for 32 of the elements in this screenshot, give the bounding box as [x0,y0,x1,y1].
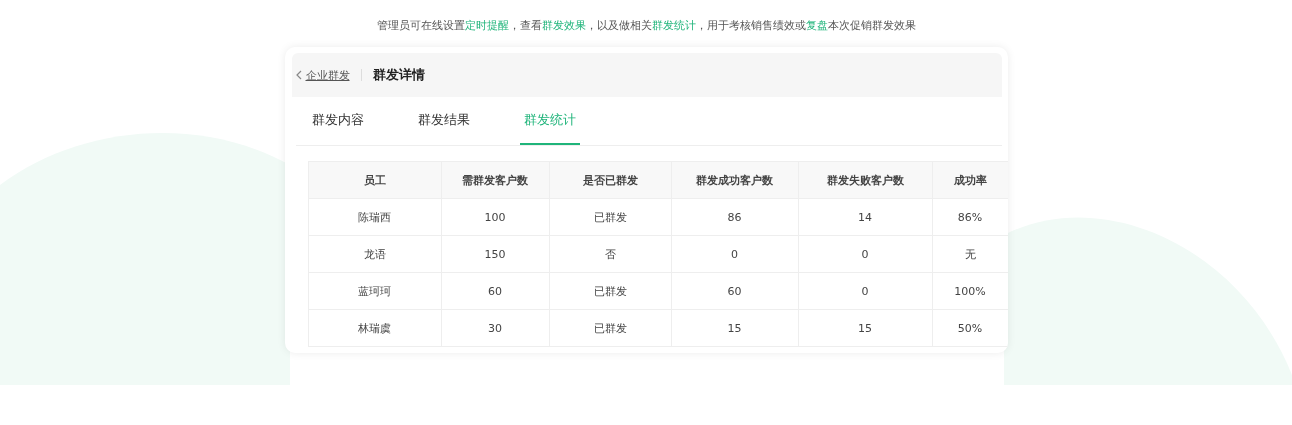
table-cell: 0 [798,272,932,310]
tab[interactable]: 群发结果 [413,97,474,145]
column-header: 是否已群发 [549,161,671,199]
table-cell: 30 [441,309,549,347]
table-cell: 0 [798,235,932,273]
table-cell: 已群发 [549,309,671,347]
table-cell: 14 [798,198,932,236]
table-cell: 15 [798,309,932,347]
table-cell: 15 [671,309,798,347]
column-header: 群发失败客户数 [798,161,932,199]
table-cell: 林瑞虞 [308,309,441,347]
table-cell: 陈瑞西 [308,198,441,236]
page-title: 群发详情 [372,66,425,84]
caption-text: 管理员可在线设置定时提醒，查看群发效果，以及做相关群发统计，用于考核销售绩效或复盘本次促销群发效果 [376,18,916,34]
table-cell: 60 [441,272,549,310]
table-cell: 150 [441,235,549,273]
back-link[interactable]: 企业群发 [305,67,350,83]
table-cell: 0 [671,235,798,273]
table-cell: 86 [671,198,798,236]
column-header: 群发成功客户数 [671,161,798,199]
back-chevron-icon[interactable] [295,70,302,80]
tab[interactable]: 群发内容 [307,97,368,145]
table-cell: 已群发 [549,198,671,236]
table-cell: 蓝珂珂 [308,272,441,310]
table-cell: 100 [441,198,549,236]
column-header: 员工 [308,161,441,199]
column-header: 需群发客户数 [441,161,549,199]
column-header: 成功率 [932,161,1008,199]
table-cell: 龙语 [308,235,441,273]
table-cell: 否 [549,235,671,273]
table-cell: 60 [671,272,798,310]
table-cell: 已群发 [549,272,671,310]
